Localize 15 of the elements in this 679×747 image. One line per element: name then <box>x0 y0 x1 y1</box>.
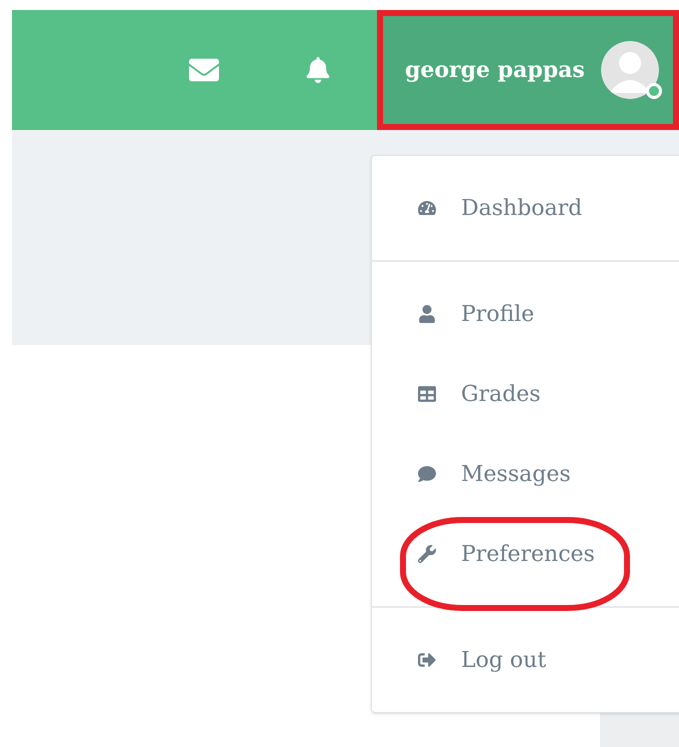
user-menu-button[interactable]: george pappas <box>377 10 679 130</box>
user-icon <box>418 305 436 323</box>
avatar-silhouette-icon <box>601 41 659 99</box>
wrench-icon <box>418 545 436 563</box>
menu-item[interactable]: Log out <box>372 620 679 700</box>
menu-item[interactable]: Dashboard <box>372 168 679 248</box>
menu-item[interactable]: Messages <box>372 434 679 514</box>
gauge-icon <box>418 199 436 217</box>
logout-icon <box>418 651 436 669</box>
speech-bubble-icon <box>418 465 436 483</box>
menu-item[interactable]: Preferences <box>372 514 679 594</box>
table-icon <box>418 385 436 403</box>
menu-item[interactable]: Profile <box>372 274 679 354</box>
bell-icon[interactable] <box>305 57 331 83</box>
menu-item[interactable]: Grades <box>372 354 679 434</box>
